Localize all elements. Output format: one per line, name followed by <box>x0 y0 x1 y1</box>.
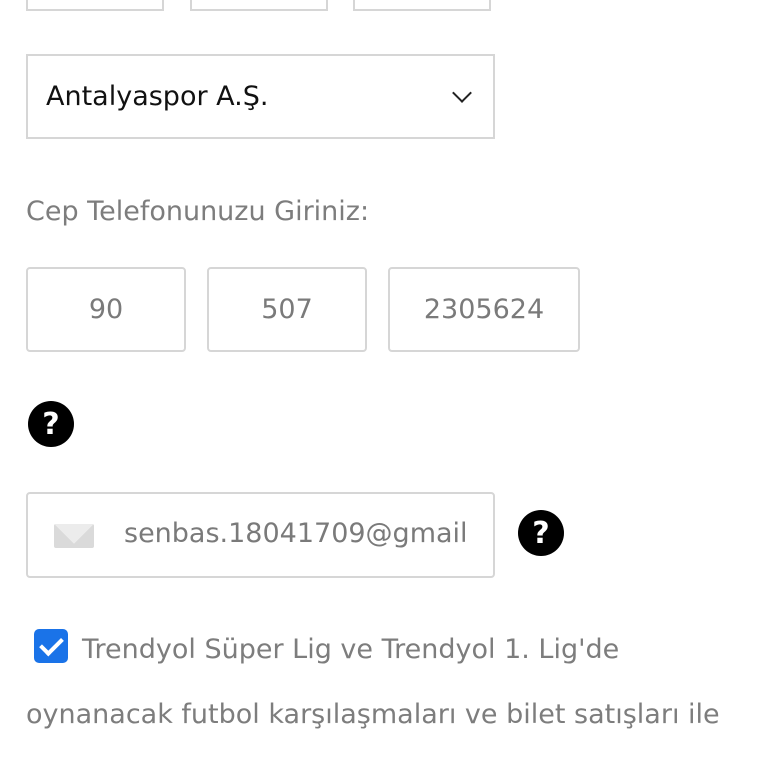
chevron-down-icon <box>452 82 472 103</box>
club-select-value: Antalyaspor A.Ş. <box>46 81 269 112</box>
phone-area-code-input[interactable]: 507 <box>207 267 367 352</box>
top-input-2[interactable] <box>190 0 328 11</box>
consent-text-line2: oynanacak futbol karşılaşmaları ve bilet… <box>26 699 720 730</box>
top-input-1[interactable] <box>26 0 164 11</box>
club-select[interactable]: Antalyaspor A.Ş. <box>26 54 495 139</box>
registration-form: Antalyaspor A.Ş. Cep Telefonunuzu Girini… <box>0 0 768 768</box>
top-input-3[interactable] <box>353 0 491 11</box>
phone-country-code-input[interactable]: 90 <box>26 267 186 352</box>
consent-text-line1: Trendyol Süper Lig ve Trendyol 1. Lig'de <box>82 634 620 665</box>
phone-number-value: 2305624 <box>423 294 545 325</box>
email-value: senbas.18041709@gmail <box>124 518 468 549</box>
consent-checkbox[interactable] <box>34 629 68 663</box>
phone-help-icon[interactable]: ? <box>28 401 74 447</box>
phone-area-code-value: 507 <box>261 294 313 325</box>
email-help-icon[interactable]: ? <box>518 510 564 556</box>
phone-number-input[interactable]: 2305624 <box>388 267 580 352</box>
phone-country-code-value: 90 <box>88 294 124 325</box>
phone-label: Cep Telefonunuzu Giriniz: <box>26 196 370 227</box>
email-input[interactable]: senbas.18041709@gmail <box>26 492 495 578</box>
envelope-icon <box>54 524 94 548</box>
